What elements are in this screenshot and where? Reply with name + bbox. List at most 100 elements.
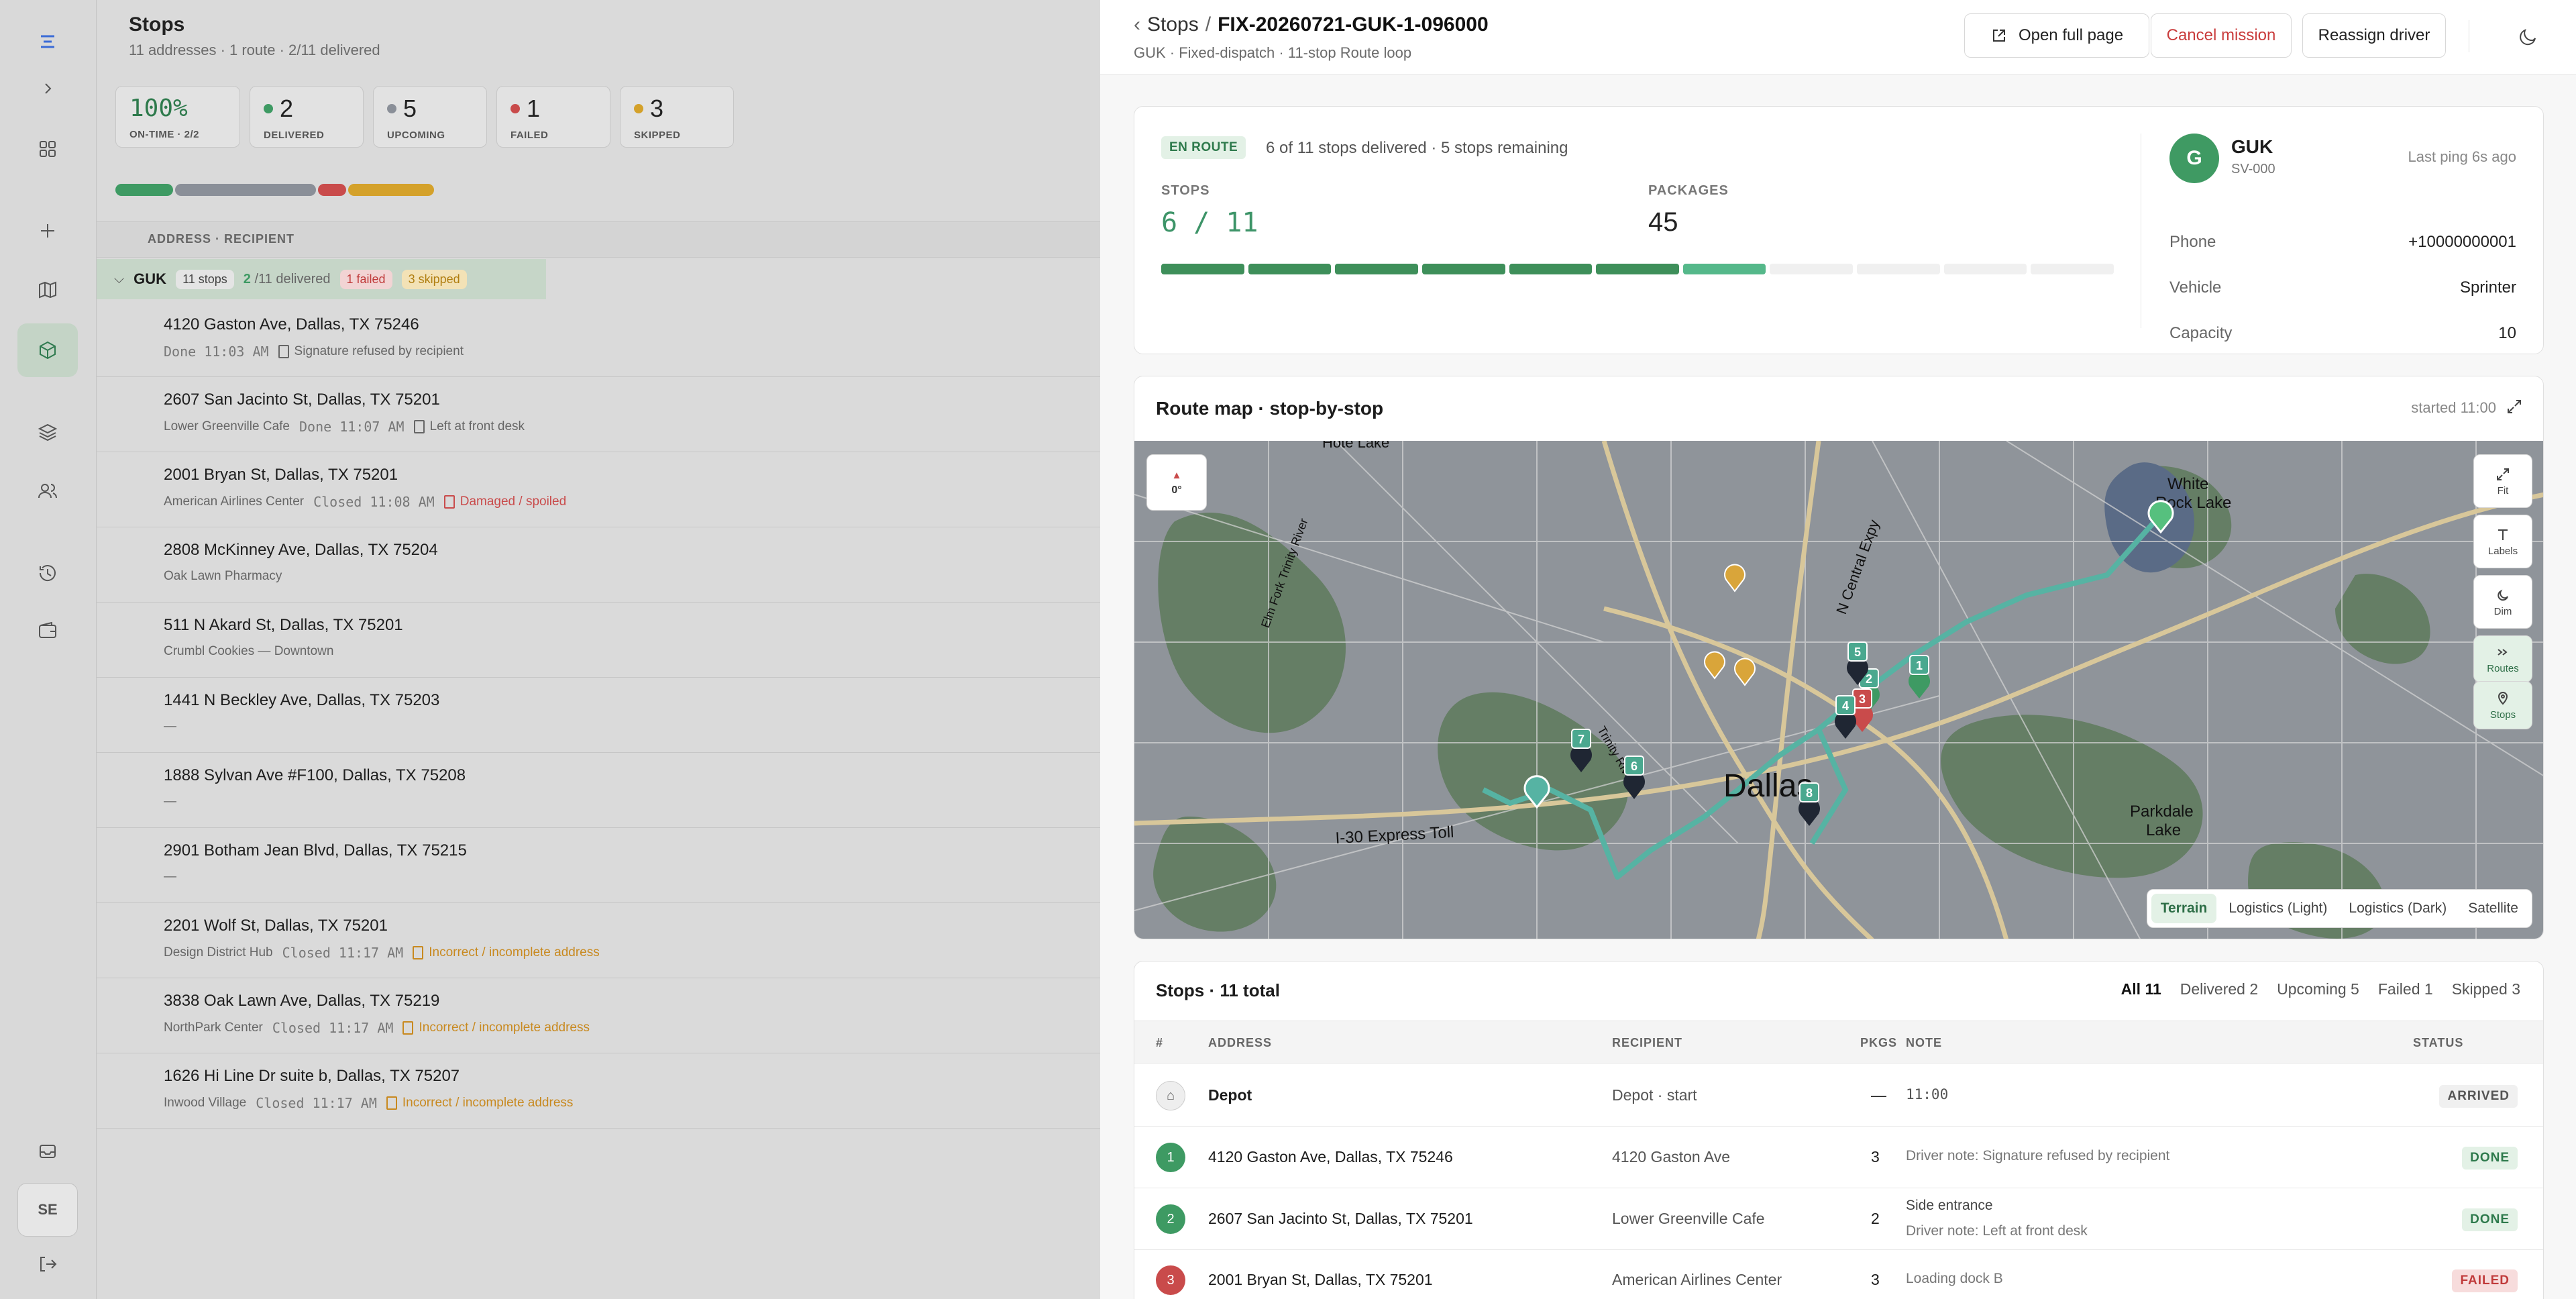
row-note: Driver note: Signature refused by recipi… <box>1906 1148 2170 1163</box>
inbox-icon[interactable] <box>17 1125 78 1178</box>
stat-value: 1 <box>527 95 541 122</box>
route-group-row[interactable]: ⌵ GUK 11 stops 2 /11 delivered 1 failed … <box>97 259 546 299</box>
map-canvas[interactable]: Dallas White Rock Lake Parkdale Lake I-3… <box>1134 434 2544 939</box>
chevron-down-icon[interactable]: ⌵ <box>114 272 124 287</box>
stop-list-item[interactable]: 1626 Hi Line Dr suite b, Dallas, TX 7520… <box>97 1053 1100 1129</box>
map-style-button[interactable]: Logistics (Dark) <box>2339 894 2456 923</box>
map-icon[interactable] <box>17 263 78 317</box>
driver-id: SV-000 <box>2231 162 2275 176</box>
map-control-label: Labels <box>2487 545 2518 557</box>
filter-tab[interactable]: All 11 <box>2121 980 2161 998</box>
svg-text:White: White <box>2167 475 2208 493</box>
stat-card[interactable]: 100% ON-TIME · 2/2 <box>115 86 240 148</box>
progress-segment <box>1248 264 1332 274</box>
back-chevron-icon[interactable]: ‹ <box>1134 13 1140 36</box>
table-row[interactable]: 2 2607 San Jacinto St, Dallas, TX 75201 Lo… <box>1134 1188 2543 1250</box>
table-row[interactable]: 3 2001 Bryan St, Dallas, TX 75201 American… <box>1134 1250 2543 1299</box>
stop-list-item[interactable]: 4120 Gaston Ave, Dallas, TX 75246 Done 11… <box>97 302 1100 377</box>
stop-address: 2901 Botham Jean Blvd, Dallas, TX 75215 <box>164 841 467 860</box>
note-icon <box>413 946 424 959</box>
layers-icon[interactable] <box>17 405 78 459</box>
cancel-mission-button[interactable]: Cancel mission <box>2151 13 2292 58</box>
map-title: Route map · stop-by-stop <box>1156 398 1384 419</box>
map-control-labels[interactable]: Labels <box>2473 515 2532 568</box>
stops-icon <box>2498 691 2508 705</box>
expand-map-icon[interactable] <box>2504 397 2524 417</box>
svg-text:Hote Lake: Hote Lake <box>1322 441 1389 451</box>
compass-control[interactable]: ▴ 0° <box>1146 454 1207 511</box>
logout-icon[interactable] <box>17 1237 78 1291</box>
stop-note: Signature refused by recipient <box>294 344 464 358</box>
stops-panel: Stops 11 addresses · 1 route · 2/11 deli… <box>97 0 1100 1299</box>
stop-list-item[interactable]: 2808 McKinney Ave, Dallas, TX 75204 Oak L… <box>97 527 1100 603</box>
stops-package-icon[interactable] <box>17 323 78 377</box>
expand-rail-icon[interactable] <box>17 62 78 115</box>
mission-detail-panel: ‹ Stops / FIX-20260721-GUK-1-096000 GUK … <box>1100 0 2576 1299</box>
dark-mode-toggle-icon[interactable] <box>2516 23 2542 50</box>
stat-card[interactable]: 3 SKIPPED <box>620 86 734 148</box>
breadcrumb-stops-link[interactable]: Stops <box>1147 13 1199 36</box>
group-stops-tag: 11 stops <box>176 269 234 289</box>
filter-tab[interactable]: Failed 1 <box>2378 980 2433 998</box>
stop-marker-number: 8 <box>1806 786 1813 800</box>
wallet-icon[interactable] <box>17 604 78 658</box>
map-control-stops[interactable]: Stops <box>2473 681 2532 729</box>
table-row[interactable]: ⌂ Depot Depot · start — 11:00 ARRIVED <box>1134 1065 2543 1127</box>
map-control-dim[interactable]: Dim <box>2473 575 2532 629</box>
stat-label: SKIPPED <box>634 129 681 141</box>
stop-number-badge: 2 <box>1156 1204 1185 1234</box>
col-status: STATUS <box>2413 1036 2464 1049</box>
table-row[interactable]: 1 4120 Gaston Ave, Dallas, TX 75246 4120 G… <box>1134 1127 2543 1188</box>
stat-card[interactable]: 1 FAILED <box>496 86 610 148</box>
filter-tab[interactable]: Skipped 3 <box>2452 980 2520 998</box>
map-style-button[interactable]: Logistics (Light) <box>2219 894 2337 923</box>
app-logo-icon[interactable] <box>17 15 78 68</box>
row-note-2: Driver note: Left at front desk <box>1906 1223 2088 1239</box>
history-icon[interactable] <box>17 546 78 600</box>
stop-meta: Design District Hub Closed 11:17 AM Incorr… <box>164 945 1033 961</box>
row-note: Side entrance <box>1906 1198 1993 1213</box>
stop-meta: — <box>164 794 1033 809</box>
users-icon[interactable] <box>17 464 78 518</box>
row-pkgs: — <box>1871 1086 1886 1104</box>
row-address: Depot <box>1208 1086 1252 1104</box>
route-map[interactable]: Dallas White Rock Lake Parkdale Lake I-3… <box>1134 434 2544 939</box>
route-summary: 6 of 11 stops delivered · 5 stops remain… <box>1266 139 1568 157</box>
page-title: Stops <box>129 13 185 36</box>
open-full-page-label: Open full page <box>2018 26 2124 44</box>
labels-icon <box>2498 529 2508 540</box>
stop-marker-number: 6 <box>1631 760 1638 773</box>
stop-meta: American Airlines Center Closed 11:08 AM D… <box>164 494 1033 510</box>
map-control-routes[interactable]: Routes <box>2473 635 2532 682</box>
stop-list-item[interactable]: 1441 N Beckley Ave, Dallas, TX 75203 — <box>97 678 1100 753</box>
map-style-button[interactable]: Terrain <box>2151 894 2217 923</box>
status-dot-icon <box>511 104 520 113</box>
stops-label: STOPS <box>1161 183 1210 198</box>
stop-list-item[interactable]: 511 N Akard St, Dallas, TX 75201 Crumbl C… <box>97 603 1100 678</box>
user-avatar[interactable]: SE <box>17 1183 78 1237</box>
open-full-page-button[interactable]: Open full page <box>1964 13 2149 58</box>
stop-list-item[interactable]: 3838 Oak Lawn Ave, Dallas, TX 75219 North… <box>97 978 1100 1053</box>
stops-filter-tabs: All 11 Delivered 2 Upcoming 5 Failed 1 Skipp… <box>2121 980 2520 998</box>
stop-list-item[interactable]: 1888 Sylvan Ave #F100, Dallas, TX 75208 — <box>97 753 1100 828</box>
stop-list-item[interactable]: 2901 Botham Jean Blvd, Dallas, TX 75215 — <box>97 828 1100 903</box>
stop-recipient: Design District Hub <box>164 945 273 959</box>
filter-tab[interactable]: Upcoming 5 <box>2277 980 2359 998</box>
stat-card[interactable]: 2 DELIVERED <box>250 86 364 148</box>
stat-card[interactable]: 5 UPCOMING <box>373 86 487 148</box>
reassign-driver-button[interactable]: Reassign driver <box>2302 13 2446 58</box>
add-icon[interactable] <box>17 204 78 258</box>
map-style-button[interactable]: Satellite <box>2459 894 2528 923</box>
stop-list-item[interactable]: 2201 Wolf St, Dallas, TX 75201 Design Dis… <box>97 903 1100 978</box>
map-control-fit[interactable]: Fit <box>2473 454 2532 508</box>
stop-list-item[interactable]: 2607 San Jacinto St, Dallas, TX 75201 Low… <box>97 377 1100 452</box>
filter-tab[interactable]: Delivered 2 <box>2180 980 2258 998</box>
dashboard-icon[interactable] <box>17 122 78 176</box>
progress-segment <box>1596 264 1679 274</box>
dim-icon <box>2498 589 2508 601</box>
status-dot-icon <box>387 104 396 113</box>
stop-list-item[interactable]: 2001 Bryan St, Dallas, TX 75201 American … <box>97 452 1100 527</box>
stop-time: Closed 11:17 AM <box>272 1020 394 1036</box>
col-address: ADDRESS <box>1208 1036 1273 1049</box>
row-recipient: Depot · start <box>1612 1086 1697 1104</box>
